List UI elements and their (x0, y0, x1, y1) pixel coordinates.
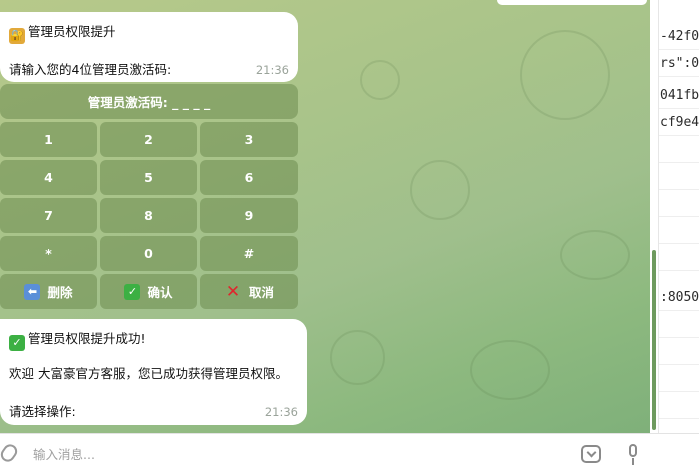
chat-scrollbar-thumb[interactable] (652, 250, 656, 430)
code-line: 041fbe (659, 82, 699, 109)
sticker-icon[interactable] (581, 445, 601, 463)
message-body: 欢迎 大富豪官方客服，您已成功获得管理员权限。 (9, 366, 288, 381)
message-bubble: ✓ 管理员权限提升成功! 欢迎 大富豪官方客服，您已成功获得管理员权限。 请选择操… (0, 319, 307, 425)
key-star[interactable]: * (0, 236, 97, 271)
doodle-decoration (470, 340, 550, 400)
key-3[interactable]: 3 (200, 122, 298, 157)
code-line (659, 338, 699, 365)
check-mark-icon: ✓ (9, 335, 25, 351)
message-time: 21:36 (264, 405, 298, 419)
message-input[interactable]: 输入消息... (33, 444, 95, 463)
code-line: -42f0- (659, 23, 699, 50)
message-title: 管理员权限提升成功! (28, 331, 146, 346)
message-time: 21:36 (255, 63, 289, 77)
code-line (659, 365, 699, 392)
key-hash[interactable]: # (200, 236, 298, 271)
key-7[interactable]: 7 (0, 198, 97, 233)
confirm-label: 确认 (147, 285, 173, 300)
key-2[interactable]: 2 (100, 122, 197, 157)
doodle-decoration (330, 330, 385, 385)
code-panel: -42f0- rs":0 041fbe cf9e45 :80500 (658, 0, 699, 433)
doodle-decoration (560, 230, 630, 280)
code-line (659, 190, 699, 217)
microphone-stem (632, 458, 634, 465)
cancel-button[interactable]: ✕ 取消 (200, 274, 298, 309)
key-8[interactable]: 8 (100, 198, 197, 233)
check-mark-icon: ✓ (124, 283, 141, 300)
code-line: :80500 (659, 284, 699, 311)
code-line: cf9e45 (659, 109, 699, 136)
confirm-button[interactable]: ✓ 确认 (100, 274, 197, 309)
cancel-label: 取消 (248, 285, 274, 300)
microphone-icon[interactable] (627, 444, 639, 466)
key-5[interactable]: 5 (100, 160, 197, 195)
keypad-code-display[interactable]: 管理员激活码: _ _ _ _ (0, 84, 298, 119)
key-9[interactable]: 9 (200, 198, 298, 233)
cross-icon: ✕ (225, 281, 241, 302)
delete-button[interactable]: ⬅ 删除 (0, 274, 97, 309)
key-1[interactable]: 1 (0, 122, 97, 157)
code-line (659, 217, 699, 244)
code-line (659, 311, 699, 338)
code-line (659, 136, 699, 163)
message-title: 管理员权限提升 (28, 24, 116, 39)
message-body: 请输入您的4位管理员激活码: (9, 62, 172, 77)
key-6[interactable]: 6 (200, 160, 298, 195)
delete-label: 删除 (47, 285, 73, 300)
key-4[interactable]: 4 (0, 160, 97, 195)
doodle-decoration (410, 160, 470, 220)
key-0[interactable]: 0 (100, 236, 197, 271)
message-bubble: 🔐 管理员权限提升 请输入您的4位管理员激活码: 21:36 (0, 12, 298, 82)
microphone-cap (629, 444, 637, 457)
message-body: 请选择操作: (9, 404, 76, 419)
message-input-bar: 输入消息... (0, 433, 699, 469)
back-arrow-icon: ⬅ (24, 283, 41, 300)
previous-message-edge (497, 0, 647, 5)
message-title-row: 🔐 管理员权限提升 (9, 21, 116, 44)
message-title-row: ✓ 管理员权限提升成功! (9, 328, 146, 351)
doodle-decoration (520, 30, 610, 120)
code-line (659, 244, 699, 271)
code-line: rs":0 (659, 50, 699, 77)
paperclip-icon[interactable] (0, 441, 20, 465)
code-line (659, 392, 699, 419)
code-line (659, 163, 699, 190)
doodle-decoration (360, 60, 400, 100)
lock-key-icon: 🔐 (9, 28, 25, 44)
